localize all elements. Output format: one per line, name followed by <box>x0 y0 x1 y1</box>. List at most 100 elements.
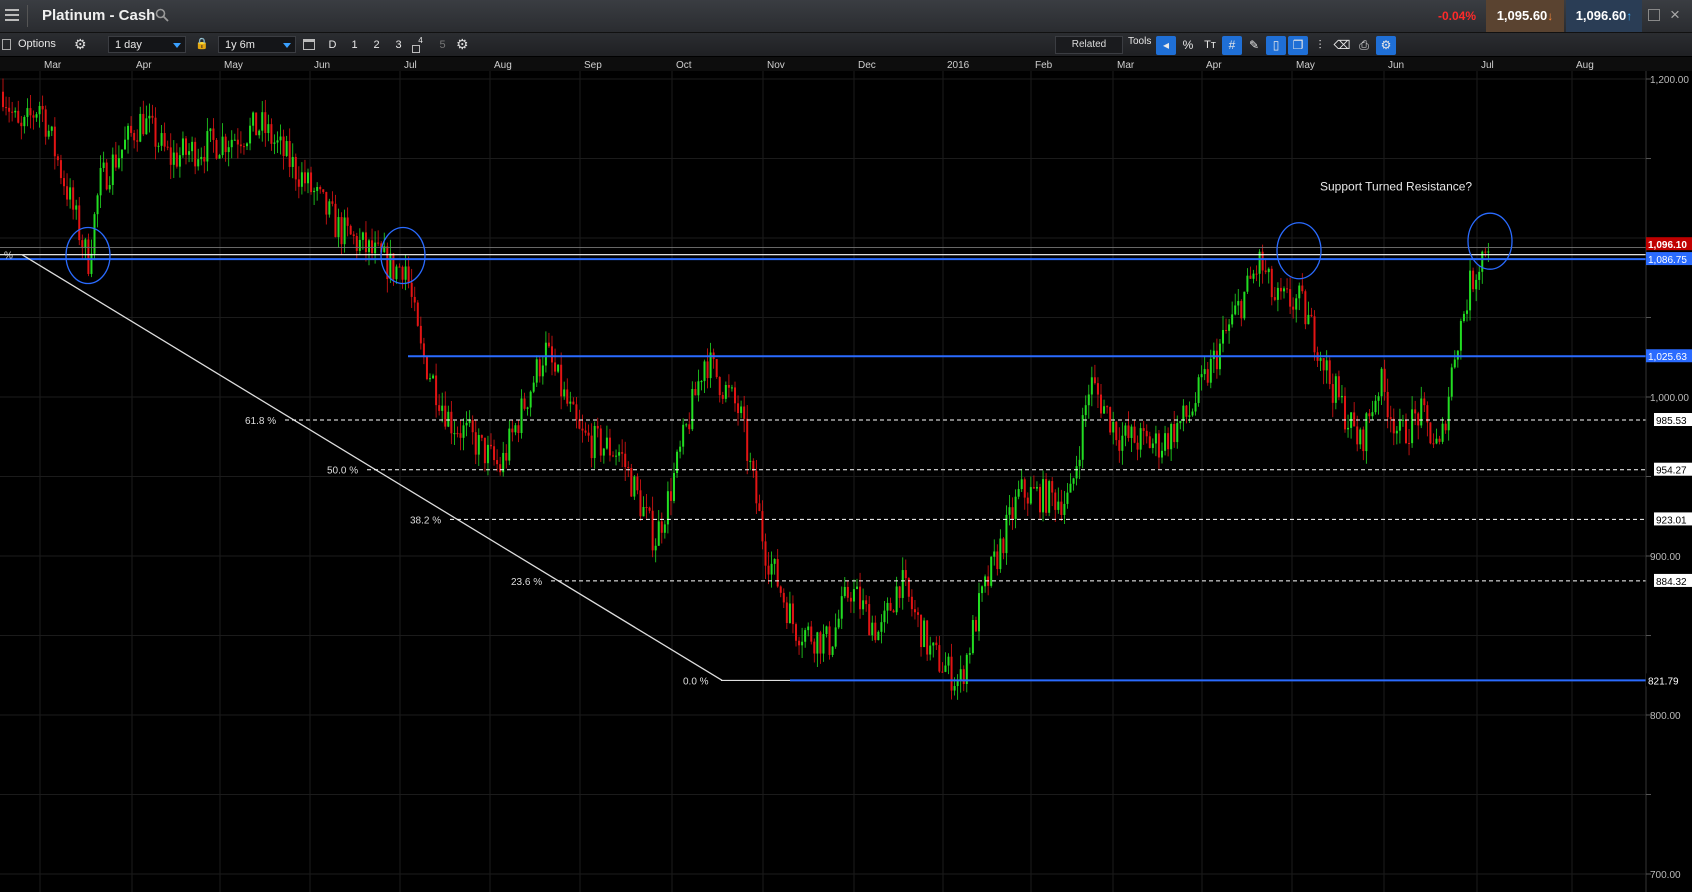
candle <box>1337 370 1340 401</box>
candle <box>920 614 923 657</box>
candle <box>1093 364 1096 385</box>
indicator-tool-icon[interactable]: ⫶ <box>1310 36 1330 55</box>
candle <box>819 630 822 664</box>
candle <box>676 449 679 478</box>
candle <box>20 116 23 140</box>
draw-tool-icon[interactable]: ✎ <box>1244 36 1264 55</box>
candle <box>660 512 663 544</box>
candle <box>322 189 325 194</box>
candle <box>910 589 913 617</box>
candle <box>151 104 154 124</box>
candle <box>1414 400 1417 426</box>
grid-tool-icon[interactable]: # <box>1222 36 1242 55</box>
fib-prefix: % <box>4 251 13 262</box>
period-button-4[interactable]: 4 <box>411 36 430 45</box>
candle <box>971 614 974 655</box>
candle <box>987 565 990 596</box>
candle <box>1100 383 1102 418</box>
candle <box>1045 473 1048 516</box>
candle <box>328 198 331 218</box>
candle <box>8 97 11 123</box>
candle <box>956 674 959 700</box>
candle <box>776 549 779 588</box>
candle <box>917 607 919 628</box>
period-button-2[interactable]: 2 <box>367 36 386 54</box>
candle <box>1249 266 1252 280</box>
candle <box>1173 411 1176 448</box>
candle <box>175 143 178 169</box>
candle <box>1395 426 1398 445</box>
percent-tool-icon[interactable]: % <box>1178 36 1198 55</box>
candle <box>1334 373 1337 410</box>
buy-price: 1,096.60 <box>1575 8 1627 23</box>
chart-save-icon[interactable] <box>412 45 420 53</box>
last-price-label: 1,096.10 <box>1648 240 1687 251</box>
candle <box>285 135 288 158</box>
period-button-3[interactable]: 3 <box>389 36 408 54</box>
candle <box>965 653 968 693</box>
settings-tool-icon[interactable]: ⚙ <box>1376 36 1396 55</box>
menu-icon[interactable] <box>5 9 19 23</box>
candle <box>224 133 227 162</box>
text-tool-icon[interactable]: Tт <box>1200 36 1220 55</box>
candle <box>978 582 980 641</box>
candle <box>1401 414 1404 427</box>
range-select[interactable]: 1y 6m <box>218 36 296 53</box>
search-icon[interactable] <box>155 8 169 22</box>
candle <box>1026 492 1029 517</box>
gear-icon[interactable]: ⚙ <box>74 36 87 53</box>
close-icon[interactable]: × <box>1670 5 1680 25</box>
candle <box>66 173 69 207</box>
candle <box>1408 429 1411 456</box>
window-tool-icon[interactable]: ❐ <box>1288 36 1308 55</box>
eraser-tool-icon[interactable]: ⌫ <box>1332 36 1352 55</box>
candle <box>1441 417 1444 445</box>
candle <box>264 99 267 147</box>
period-button-d[interactable]: D <box>323 36 342 54</box>
price-chart[interactable]: % 61.8 % 50.0 % 38.2 % 23.6 % 0.0 % Support Tu… <box>0 57 1692 892</box>
candle <box>1170 422 1173 461</box>
candle <box>1161 442 1163 464</box>
calendar-icon[interactable] <box>303 39 315 50</box>
candle <box>535 355 538 387</box>
candle <box>346 207 349 237</box>
candle <box>962 665 965 692</box>
candle <box>615 449 618 466</box>
candle <box>35 112 38 122</box>
month-label: Jun <box>314 60 330 71</box>
candle <box>575 396 578 429</box>
candle <box>410 268 413 308</box>
candle <box>703 359 706 393</box>
candle <box>718 376 721 403</box>
period-button-5[interactable]: 5 <box>433 36 452 54</box>
candle <box>459 420 462 451</box>
candle <box>1142 421 1145 445</box>
candle-tool-icon[interactable]: ▯ <box>1266 36 1286 55</box>
candle <box>895 576 898 616</box>
candle <box>261 101 264 142</box>
candle <box>1276 282 1279 312</box>
related-button[interactable]: Related <box>1055 36 1123 54</box>
buy-button[interactable]: 1,096.60↑ <box>1566 0 1642 32</box>
candle <box>450 400 453 445</box>
print-icon[interactable]: ⎙ <box>1354 36 1374 55</box>
candle <box>355 232 358 260</box>
options-button[interactable]: Options <box>18 38 56 50</box>
lock-icon[interactable]: 🔒 <box>195 37 209 50</box>
candle <box>127 123 130 154</box>
candle <box>185 136 187 165</box>
sell-button[interactable]: 1,095.60↓ <box>1486 0 1564 32</box>
candle <box>1078 446 1081 480</box>
candle <box>1328 357 1331 390</box>
candle <box>1423 392 1426 413</box>
restore-icon[interactable] <box>1648 9 1660 21</box>
interval-select[interactable]: 1 day <box>108 36 186 53</box>
candle <box>837 609 840 630</box>
cursor-tool-icon[interactable]: ◂ <box>1156 36 1176 55</box>
candle <box>764 533 767 579</box>
gear-icon[interactable]: ⚙ <box>456 36 469 53</box>
panel-icon[interactable] <box>2 39 11 50</box>
candle <box>1139 422 1142 458</box>
candle <box>523 392 526 411</box>
period-button-1[interactable]: 1 <box>345 36 364 54</box>
